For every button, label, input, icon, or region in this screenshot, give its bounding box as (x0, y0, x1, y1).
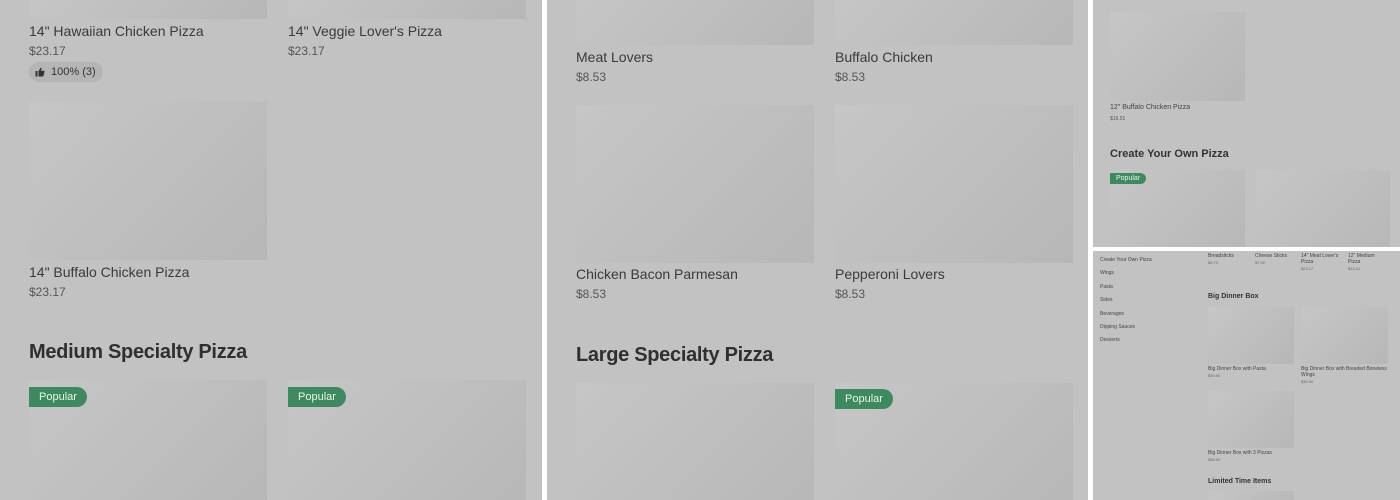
item-image[interactable] (1256, 170, 1390, 247)
popular-badge: Popular (835, 389, 893, 409)
item-image[interactable] (835, 105, 1073, 263)
item-name[interactable]: Buffalo Chicken (835, 49, 933, 65)
item-image[interactable] (576, 105, 814, 263)
item-name[interactable]: Big Dinner Box with Pasta (1208, 366, 1294, 372)
section-heading: Limited Time Items (1208, 478, 1272, 485)
item-name[interactable]: Big Dinner Box with Breaded Boneless Win… (1301, 366, 1388, 378)
item-image[interactable] (835, 0, 1073, 45)
item-name[interactable]: Chicken Bacon Parmesan (576, 266, 738, 282)
item-price: $23.17 (29, 44, 66, 58)
item-name[interactable]: Cheese Sticks (1255, 253, 1301, 259)
nav-beverages[interactable]: Beverages (1100, 311, 1124, 317)
item-image[interactable] (29, 0, 267, 19)
item-price: $8.53 (576, 287, 607, 301)
section-heading: Big Dinner Box (1208, 293, 1259, 300)
item-image[interactable] (1301, 307, 1388, 364)
panel-14in-specialty: 14" Hawaiian Chicken Pizza $23.17 100% (… (0, 0, 542, 500)
popular-badge: Popular (1110, 173, 1147, 184)
item-price: $23.17 (288, 44, 325, 58)
item-image[interactable] (576, 0, 814, 45)
rating-badge: 100% (3) (29, 62, 103, 82)
item-name[interactable]: Breadsticks (1208, 253, 1254, 259)
item-price: $7.92 (1255, 260, 1266, 265)
item-name[interactable]: 14" Meat Lover's Pizza (1301, 253, 1345, 265)
item-price: $6.70 (1208, 260, 1219, 265)
section-heading: Create Your Own Pizza (1110, 148, 1229, 160)
nav-wings[interactable]: Wings (1100, 270, 1114, 276)
item-image[interactable] (576, 383, 814, 500)
item-price: $8.53 (835, 287, 866, 301)
thumbs-up-icon (35, 67, 45, 77)
item-image[interactable] (1110, 12, 1245, 101)
item-price: $23.17 (29, 285, 66, 299)
nav-sides[interactable]: Sides (1100, 297, 1113, 303)
popular-badge: Popular (29, 387, 87, 407)
item-image[interactable] (29, 102, 267, 260)
item-price: $8.53 (576, 70, 607, 84)
item-price: $36.00 (1208, 457, 1221, 462)
item-name[interactable]: 14" Buffalo Chicken Pizza (29, 264, 189, 280)
item-name[interactable]: 14" Veggie Lover's Pizza (288, 23, 442, 39)
popular-badge: Popular (288, 387, 346, 407)
nav-pasta[interactable]: Pasta (1100, 284, 1113, 290)
panel-small-specialty: Meat Lovers $8.53 Buffalo Chicken $8.53 … (547, 0, 1088, 500)
item-price: $8.53 (835, 70, 866, 84)
item-name[interactable]: Big Dinner Box with 3 Pizzas (1208, 450, 1294, 456)
nav-create-your-own-pizza[interactable]: Create Your Own Pizza (1100, 257, 1152, 263)
item-price: $30.90 (1208, 373, 1221, 378)
item-name[interactable]: 14" Hawaiian Chicken Pizza (29, 23, 204, 39)
item-name[interactable]: Meat Lovers (576, 49, 653, 65)
item-image[interactable] (1208, 307, 1294, 364)
item-price: $30.90 (1301, 379, 1314, 384)
item-price: $23.17 (1301, 266, 1314, 271)
item-price: $13.41 (1348, 266, 1361, 271)
item-image[interactable] (1208, 391, 1294, 448)
item-name[interactable]: Pepperoni Lovers (835, 266, 945, 282)
item-name[interactable]: 12" Buffalo Chicken Pizza (1110, 104, 1190, 111)
nav-desserts[interactable]: Desserts (1100, 337, 1120, 343)
nav-dipping-sauces[interactable]: Dipping Sauces (1100, 324, 1135, 330)
section-heading: Medium Specialty Pizza (29, 341, 247, 363)
panel-menu-overview: Create Your Own Pizza Wings Pasta Sides … (1093, 251, 1400, 500)
item-image[interactable] (288, 0, 526, 19)
item-image[interactable] (1208, 491, 1294, 500)
panel-create-your-own: 12" Buffalo Chicken Pizza $19.51 Create … (1093, 0, 1400, 247)
item-price: $19.51 (1110, 116, 1126, 122)
section-heading: Large Specialty Pizza (576, 344, 774, 366)
item-name[interactable]: 12" Medium Pizza (1348, 253, 1384, 265)
rating-text: 100% (3) (51, 66, 96, 78)
